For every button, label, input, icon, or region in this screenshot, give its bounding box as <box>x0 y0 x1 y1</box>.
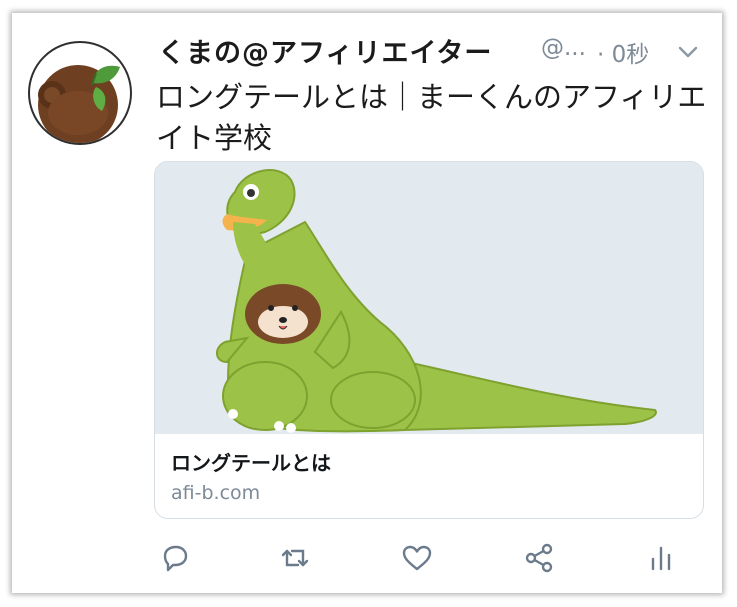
display-name[interactable]: くまの@アフィリエイター <box>158 31 492 70</box>
chevron-down-icon[interactable] <box>678 45 698 59</box>
bear-avatar-icon <box>38 65 120 143</box>
dinosaur-illustration <box>155 162 703 434</box>
analytics-icon <box>651 546 671 571</box>
like-button[interactable] <box>400 541 434 575</box>
tweet-card: くまの@アフィリエイター @... · 0秒 ロングテールとは｜まーくんのアフィ… <box>12 13 722 593</box>
tweet-text: ロングテールとは｜まーくんのアフィリエイト学校 <box>156 80 707 155</box>
card-image[interactable] <box>155 162 703 434</box>
retweet-button[interactable] <box>278 541 312 575</box>
avatar[interactable] <box>28 41 132 145</box>
card-domain[interactable]: afi-b.com <box>171 482 260 504</box>
timestamp[interactable]: · 0秒 <box>597 35 649 69</box>
analytics-button[interactable] <box>644 541 678 575</box>
heart-icon <box>402 545 432 571</box>
card-title[interactable]: ロングテールとは <box>171 447 331 476</box>
link-card[interactable]: ロングテールとは afi-b.com <box>154 161 704 519</box>
user-handle[interactable]: @... <box>541 35 586 61</box>
retweet-icon <box>281 549 309 567</box>
reply-button[interactable] <box>158 541 192 575</box>
share-button[interactable] <box>522 541 556 575</box>
reply-icon <box>163 545 188 572</box>
share-icon <box>525 543 553 573</box>
